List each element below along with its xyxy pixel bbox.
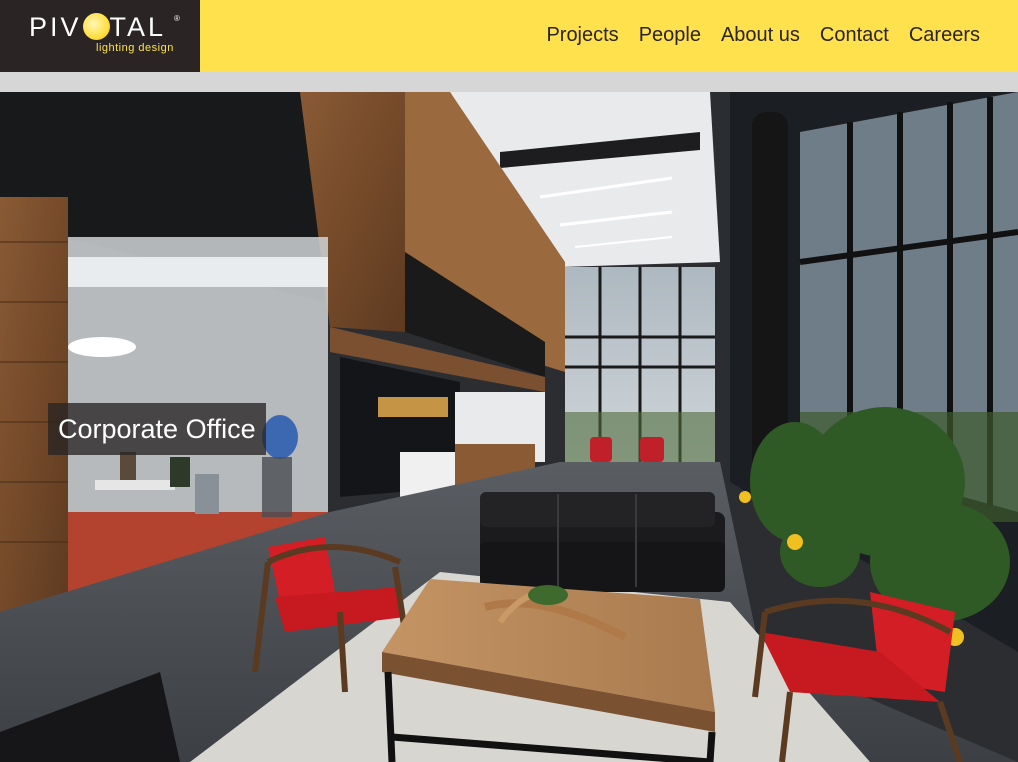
registered-mark: ® xyxy=(174,14,180,23)
nav-projects[interactable]: Projects xyxy=(546,22,618,48)
header-divider xyxy=(0,72,1018,92)
logo-bulb-icon xyxy=(83,13,110,40)
nav-contact[interactable]: Contact xyxy=(820,22,889,48)
main-nav: Projects People About us Contact Careers xyxy=(526,22,980,48)
pivotal-logo[interactable]: PIV TAL ® lighting design xyxy=(0,0,200,72)
nav-careers[interactable]: Careers xyxy=(909,22,980,48)
logo-tagline: lighting design xyxy=(96,42,174,54)
site-header: PIV TAL ® lighting design Projects People… xyxy=(0,0,1018,72)
nav-people[interactable]: People xyxy=(639,22,701,48)
nav-about-us[interactable]: About us xyxy=(721,22,800,48)
project-caption[interactable]: Corporate Office xyxy=(48,403,266,455)
hero-image[interactable]: Corporate Office xyxy=(0,92,1018,762)
